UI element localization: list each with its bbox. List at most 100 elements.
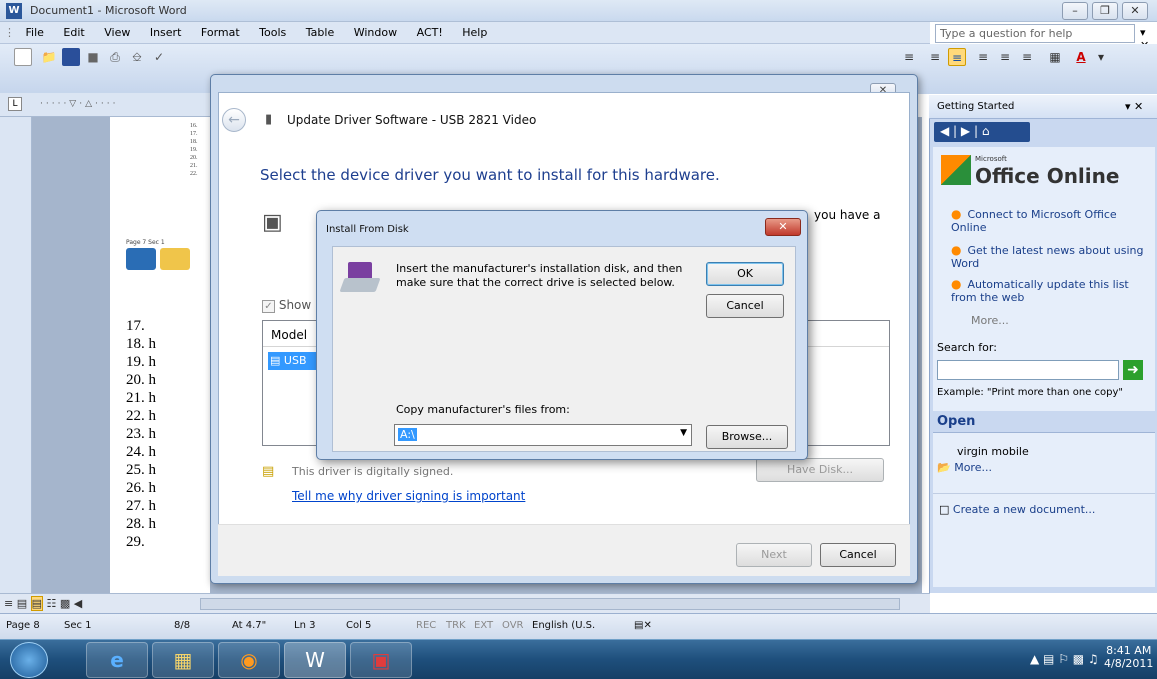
task-pane-header: Getting Started ▾ ✕ (929, 95, 1157, 119)
driver-signing-link[interactable]: Tell me why driver signing is important (292, 489, 525, 503)
tp-search-example: Example: "Print more than one copy" (937, 387, 1123, 398)
justify-icon[interactable]: ≡ (926, 48, 944, 66)
horizontal-ruler: L ·····▽·△···· (0, 93, 210, 117)
menu-file[interactable]: File (18, 22, 52, 39)
permission-icon[interactable]: ■ (84, 48, 102, 66)
start-button-icon[interactable] (10, 642, 48, 678)
menu-act[interactable]: ACT! (409, 22, 451, 39)
menu-edit[interactable]: Edit (55, 22, 92, 39)
office-logo-icon (941, 155, 971, 185)
tp-search-input[interactable] (937, 360, 1119, 380)
path-value: A:\ (398, 428, 417, 441)
thumb-line: 20. (190, 155, 198, 161)
menu-format[interactable]: Format (193, 22, 248, 39)
line-spacing-icon[interactable]: ≡ (948, 48, 966, 66)
search-go-icon[interactable]: ➜ (1123, 360, 1143, 380)
help-question-input[interactable]: Type a question for help (935, 24, 1135, 43)
spelling-status-icon[interactable]: ▤✕ (634, 620, 652, 631)
dialog-cancel-button[interactable]: Cancel (706, 294, 784, 318)
internet-explorer-icon[interactable]: e (86, 642, 148, 678)
thumb-line: 21. (190, 163, 198, 169)
dialog-close-button[interactable]: ✕ (765, 218, 801, 236)
align-right-icon[interactable]: ≡ (900, 48, 918, 66)
tp-new-document[interactable]: □ Create a new document... (939, 503, 1095, 516)
document-page[interactable]: 16. 17. 18. 19. 20. 21. 22. Page 7 Sec 1… (110, 117, 210, 593)
font-color-icon[interactable]: A (1072, 48, 1090, 66)
tray-icons[interactable]: ▲ ▤ ⚐ ▩ ♫ (1030, 652, 1099, 666)
media-player-icon[interactable]: ◉ (218, 642, 280, 678)
ok-button[interactable]: OK (706, 262, 784, 286)
tp-search-label: Search for: (937, 341, 997, 354)
menu-view[interactable]: View (96, 22, 138, 39)
menu-bar: ⋮ File Edit View Insert Format Tools Tab… (0, 22, 930, 44)
menu-window[interactable]: Window (346, 22, 405, 39)
dialog-title: Install From Disk (326, 224, 409, 235)
status-language[interactable]: English (U.S. (532, 620, 595, 631)
indent-icon[interactable]: ≡ (1018, 48, 1036, 66)
show-compatible-checkbox[interactable]: ✓ Show (262, 298, 311, 313)
wizard-cancel-button[interactable]: Cancel (820, 543, 896, 567)
thumb-line: 19. (190, 147, 198, 153)
copy-from-path-combobox[interactable]: A:\ ▼ (394, 424, 692, 446)
restore-button[interactable]: ❐ (1092, 2, 1118, 20)
status-column: Col 5 (346, 620, 372, 631)
file-explorer-icon[interactable]: ▦ (152, 642, 214, 678)
doc-line: 26. h (126, 480, 156, 496)
status-trk[interactable]: TRK (446, 620, 466, 631)
view-buttons[interactable]: ≡ ▤ ▤ ☷ ▩ ◀ (4, 596, 82, 611)
taskbar: e ▦ ◉ W ▣ ▲ ▤ ⚐ ▩ ♫ 8:41 AM 4/8/2011 (0, 639, 1157, 679)
new-doc-icon: □ (939, 503, 950, 516)
menu-help[interactable]: Help (454, 22, 495, 39)
save-icon[interactable] (62, 48, 80, 66)
status-rec[interactable]: REC (416, 620, 436, 631)
toolbox-icon[interactable]: ▣ (350, 642, 412, 678)
model-list-item[interactable]: ▤ USB (268, 352, 318, 370)
floppy-disk-icon (339, 262, 381, 294)
open-folder-icon[interactable]: 📁 (40, 48, 58, 66)
spelling-icon[interactable]: ✓ (150, 48, 168, 66)
numbering-icon[interactable]: ≡ (974, 48, 992, 66)
thumb-line: 22. (190, 171, 198, 177)
menu-insert[interactable]: Insert (142, 22, 190, 39)
forward-icon[interactable]: ▶ (961, 124, 970, 138)
status-ovr[interactable]: OVR (502, 620, 523, 631)
close-button[interactable]: ✕ (1122, 2, 1148, 20)
tp-recent-file[interactable]: virgin mobile (957, 445, 1029, 458)
thumb-line: 16. (190, 123, 198, 129)
home-icon[interactable]: ⌂ (982, 124, 990, 138)
doc-line: 24. h (126, 444, 156, 460)
status-ext[interactable]: EXT (474, 620, 493, 631)
borders-icon[interactable]: ▦ (1046, 48, 1064, 66)
new-document-icon[interactable] (14, 48, 32, 66)
browse-button[interactable]: Browse... (706, 425, 788, 449)
word-taskbar-icon[interactable]: W (284, 642, 346, 678)
have-disk-button[interactable]: Have Disk... (756, 458, 884, 482)
dropdown-arrow-icon[interactable]: ▼ (680, 428, 687, 438)
status-at: At 4.7" (232, 620, 267, 631)
bullets-icon[interactable]: ≡ (996, 48, 1014, 66)
tp-link-update[interactable]: ● Automatically update this list from the… (951, 277, 1151, 304)
back-arrow-icon[interactable]: ← (222, 108, 246, 132)
back-icon[interactable]: ◀ (940, 124, 949, 138)
status-page: Page 8 (6, 620, 40, 631)
tab-selector-icon[interactable]: L (8, 97, 22, 111)
print-preview-icon[interactable]: ⎒ (128, 48, 146, 66)
tp-link-connect[interactable]: ● Connect to Microsoft Office Online (951, 207, 1151, 234)
word-app-icon[interactable]: W (6, 3, 22, 19)
menu-table[interactable]: Table (298, 22, 342, 39)
tp-open-more[interactable]: 📂 More... (937, 461, 992, 474)
task-pane-nav: ◀ | ▶ | ⌂ (934, 122, 1030, 142)
horizontal-scrollbar[interactable] (200, 598, 900, 610)
tp-more-link[interactable]: More... (971, 314, 1009, 327)
minimize-button[interactable]: – (1062, 2, 1088, 20)
next-button[interactable]: Next (736, 543, 812, 567)
tp-link-news[interactable]: ● Get the latest news about using Word (951, 243, 1151, 270)
task-pane-title[interactable]: Getting Started (937, 101, 1014, 112)
clock-time: 8:41 AM (1106, 644, 1152, 657)
font-color-dropdown-icon[interactable]: ▾ (1092, 48, 1110, 66)
clock[interactable]: 8:41 AM 4/8/2011 (1104, 644, 1153, 670)
menu-tools[interactable]: Tools (251, 22, 294, 39)
doc-line: 29. (126, 534, 145, 550)
task-pane-close-icon[interactable]: ▾ ✕ (1125, 100, 1143, 113)
print-icon[interactable]: ⎙ (106, 48, 124, 66)
